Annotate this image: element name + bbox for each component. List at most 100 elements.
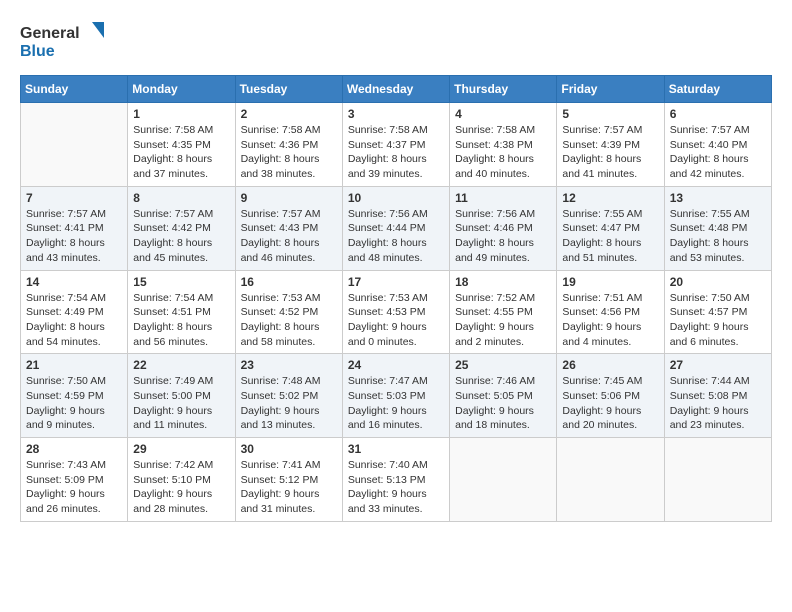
day-number: 29 xyxy=(133,442,229,456)
day-number: 22 xyxy=(133,358,229,372)
calendar-cell: 14 Sunrise: 7:54 AMSunset: 4:49 PMDayligh… xyxy=(21,270,128,354)
day-info: Sunrise: 7:41 AMSunset: 5:12 PMDaylight:… xyxy=(241,458,337,517)
calendar-cell: 1Sunrise: 7:58 AMSunset: 4:35 PMDaylight… xyxy=(128,103,235,187)
calendar-cell: 8Sunrise: 7:57 AMSunset: 4:42 PMDaylight… xyxy=(128,186,235,270)
calendar-cell: 23 Sunrise: 7:48 AMSunset: 5:02 PMDayligh… xyxy=(235,354,342,438)
day-info: Sunrise: 7:58 AMSunset: 4:37 PMDaylight:… xyxy=(348,123,444,182)
calendar-cell: 22Sunrise: 7:49 AMSunset: 5:00 PMDayligh… xyxy=(128,354,235,438)
day-number: 27 xyxy=(670,358,766,372)
calendar-cell: 30Sunrise: 7:41 AMSunset: 5:12 PMDayligh… xyxy=(235,438,342,522)
calendar-cell: 10 Sunrise: 7:56 AMSunset: 4:44 PMDayligh… xyxy=(342,186,449,270)
day-info: Sunrise: 7:50 AMSunset: 4:57 PMDaylight:… xyxy=(670,291,766,350)
calendar-cell: 5Sunrise: 7:57 AMSunset: 4:39 PMDaylight… xyxy=(557,103,664,187)
calendar-week-row: 14 Sunrise: 7:54 AMSunset: 4:49 PMDayligh… xyxy=(21,270,772,354)
calendar-week-row: 21 Sunrise: 7:50 AMSunset: 4:59 PMDayligh… xyxy=(21,354,772,438)
calendar-cell: 31Sunrise: 7:40 AMSunset: 5:13 PMDayligh… xyxy=(342,438,449,522)
calendar-cell xyxy=(21,103,128,187)
day-info: Sunrise: 7:54 AMSunset: 4:51 PMDaylight:… xyxy=(133,291,229,350)
calendar-cell: 16 Sunrise: 7:53 AMSunset: 4:52 PMDayligh… xyxy=(235,270,342,354)
day-info: Sunrise: 7:43 AMSunset: 5:09 PMDaylight:… xyxy=(26,458,122,517)
day-info: Sunrise: 7:53 AMSunset: 4:52 PMDaylight:… xyxy=(241,291,337,350)
calendar-cell: 4 Sunrise: 7:58 AMSunset: 4:38 PMDaylight… xyxy=(450,103,557,187)
day-number: 19 xyxy=(562,275,658,289)
day-number: 14 xyxy=(26,275,122,289)
day-number: 15 xyxy=(133,275,229,289)
page-header: GeneralBlue xyxy=(20,20,772,65)
day-info: Sunrise: 7:55 AMSunset: 4:47 PMDaylight:… xyxy=(562,207,658,266)
day-info: Sunrise: 7:46 AMSunset: 5:05 PMDaylight:… xyxy=(455,374,551,433)
day-number: 1 xyxy=(133,107,229,121)
calendar-cell: 19 Sunrise: 7:51 AMSunset: 4:56 PMDayligh… xyxy=(557,270,664,354)
day-info: Sunrise: 7:51 AMSunset: 4:56 PMDaylight:… xyxy=(562,291,658,350)
calendar-cell: 11 Sunrise: 7:56 AMSunset: 4:46 PMDayligh… xyxy=(450,186,557,270)
calendar-cell: 12Sunrise: 7:55 AMSunset: 4:47 PMDayligh… xyxy=(557,186,664,270)
calendar-cell: 27 Sunrise: 7:44 AMSunset: 5:08 PMDayligh… xyxy=(664,354,771,438)
day-info: Sunrise: 7:54 AMSunset: 4:49 PMDaylight:… xyxy=(26,291,122,350)
calendar-week-row: 28 Sunrise: 7:43 AMSunset: 5:09 PMDayligh… xyxy=(21,438,772,522)
calendar-cell xyxy=(450,438,557,522)
day-number: 8 xyxy=(133,191,229,205)
day-info: Sunrise: 7:58 AMSunset: 4:38 PMDaylight:… xyxy=(455,123,551,182)
day-info: Sunrise: 7:40 AMSunset: 5:13 PMDaylight:… xyxy=(348,458,444,517)
col-header-tuesday: Tuesday xyxy=(235,76,342,103)
day-info: Sunrise: 7:57 AMSunset: 4:41 PMDaylight:… xyxy=(26,207,122,266)
day-number: 24 xyxy=(348,358,444,372)
calendar-cell: 25 Sunrise: 7:46 AMSunset: 5:05 PMDayligh… xyxy=(450,354,557,438)
col-header-thursday: Thursday xyxy=(450,76,557,103)
calendar-cell: 13 Sunrise: 7:55 AMSunset: 4:48 PMDayligh… xyxy=(664,186,771,270)
day-info: Sunrise: 7:57 AMSunset: 4:43 PMDaylight:… xyxy=(241,207,337,266)
col-header-sunday: Sunday xyxy=(21,76,128,103)
day-number: 13 xyxy=(670,191,766,205)
day-number: 6 xyxy=(670,107,766,121)
logo: GeneralBlue xyxy=(20,20,110,65)
logo-svg: GeneralBlue xyxy=(20,20,110,65)
calendar-cell: 29 Sunrise: 7:42 AMSunset: 5:10 PMDayligh… xyxy=(128,438,235,522)
day-number: 4 xyxy=(455,107,551,121)
day-number: 20 xyxy=(670,275,766,289)
col-header-monday: Monday xyxy=(128,76,235,103)
calendar-week-row: 1Sunrise: 7:58 AMSunset: 4:35 PMDaylight… xyxy=(21,103,772,187)
day-number: 17 xyxy=(348,275,444,289)
day-info: Sunrise: 7:56 AMSunset: 4:44 PMDaylight:… xyxy=(348,207,444,266)
day-number: 3 xyxy=(348,107,444,121)
calendar-cell: 26Sunrise: 7:45 AMSunset: 5:06 PMDayligh… xyxy=(557,354,664,438)
calendar-cell xyxy=(664,438,771,522)
calendar-cell: 28 Sunrise: 7:43 AMSunset: 5:09 PMDayligh… xyxy=(21,438,128,522)
day-number: 28 xyxy=(26,442,122,456)
calendar-cell xyxy=(557,438,664,522)
day-info: Sunrise: 7:58 AMSunset: 4:36 PMDaylight:… xyxy=(241,123,337,182)
day-info: Sunrise: 7:57 AMSunset: 4:40 PMDaylight:… xyxy=(670,123,766,182)
calendar-cell: 7Sunrise: 7:57 AMSunset: 4:41 PMDaylight… xyxy=(21,186,128,270)
day-info: Sunrise: 7:42 AMSunset: 5:10 PMDaylight:… xyxy=(133,458,229,517)
calendar-week-row: 7Sunrise: 7:57 AMSunset: 4:41 PMDaylight… xyxy=(21,186,772,270)
calendar-cell: 2Sunrise: 7:58 AMSunset: 4:36 PMDaylight… xyxy=(235,103,342,187)
calendar-cell: 6 Sunrise: 7:57 AMSunset: 4:40 PMDaylight… xyxy=(664,103,771,187)
calendar-cell: 18 Sunrise: 7:52 AMSunset: 4:55 PMDayligh… xyxy=(450,270,557,354)
col-header-wednesday: Wednesday xyxy=(342,76,449,103)
day-info: Sunrise: 7:55 AMSunset: 4:48 PMDaylight:… xyxy=(670,207,766,266)
day-number: 23 xyxy=(241,358,337,372)
day-number: 5 xyxy=(562,107,658,121)
col-header-friday: Friday xyxy=(557,76,664,103)
day-number: 10 xyxy=(348,191,444,205)
day-number: 16 xyxy=(241,275,337,289)
day-info: Sunrise: 7:52 AMSunset: 4:55 PMDaylight:… xyxy=(455,291,551,350)
calendar-table: SundayMondayTuesdayWednesdayThursdayFrid… xyxy=(20,75,772,522)
calendar-cell: 9 Sunrise: 7:57 AMSunset: 4:43 PMDaylight… xyxy=(235,186,342,270)
col-header-saturday: Saturday xyxy=(664,76,771,103)
day-number: 25 xyxy=(455,358,551,372)
day-info: Sunrise: 7:53 AMSunset: 4:53 PMDaylight:… xyxy=(348,291,444,350)
calendar-cell: 17 Sunrise: 7:53 AMSunset: 4:53 PMDayligh… xyxy=(342,270,449,354)
day-info: Sunrise: 7:44 AMSunset: 5:08 PMDaylight:… xyxy=(670,374,766,433)
calendar-header-row: SundayMondayTuesdayWednesdayThursdayFrid… xyxy=(21,76,772,103)
day-number: 18 xyxy=(455,275,551,289)
day-number: 21 xyxy=(26,358,122,372)
day-info: Sunrise: 7:50 AMSunset: 4:59 PMDaylight:… xyxy=(26,374,122,433)
day-number: 11 xyxy=(455,191,551,205)
day-info: Sunrise: 7:56 AMSunset: 4:46 PMDaylight:… xyxy=(455,207,551,266)
calendar-cell: 24Sunrise: 7:47 AMSunset: 5:03 PMDayligh… xyxy=(342,354,449,438)
day-number: 9 xyxy=(241,191,337,205)
day-info: Sunrise: 7:48 AMSunset: 5:02 PMDaylight:… xyxy=(241,374,337,433)
svg-text:General: General xyxy=(20,25,80,42)
calendar-cell: 21 Sunrise: 7:50 AMSunset: 4:59 PMDayligh… xyxy=(21,354,128,438)
